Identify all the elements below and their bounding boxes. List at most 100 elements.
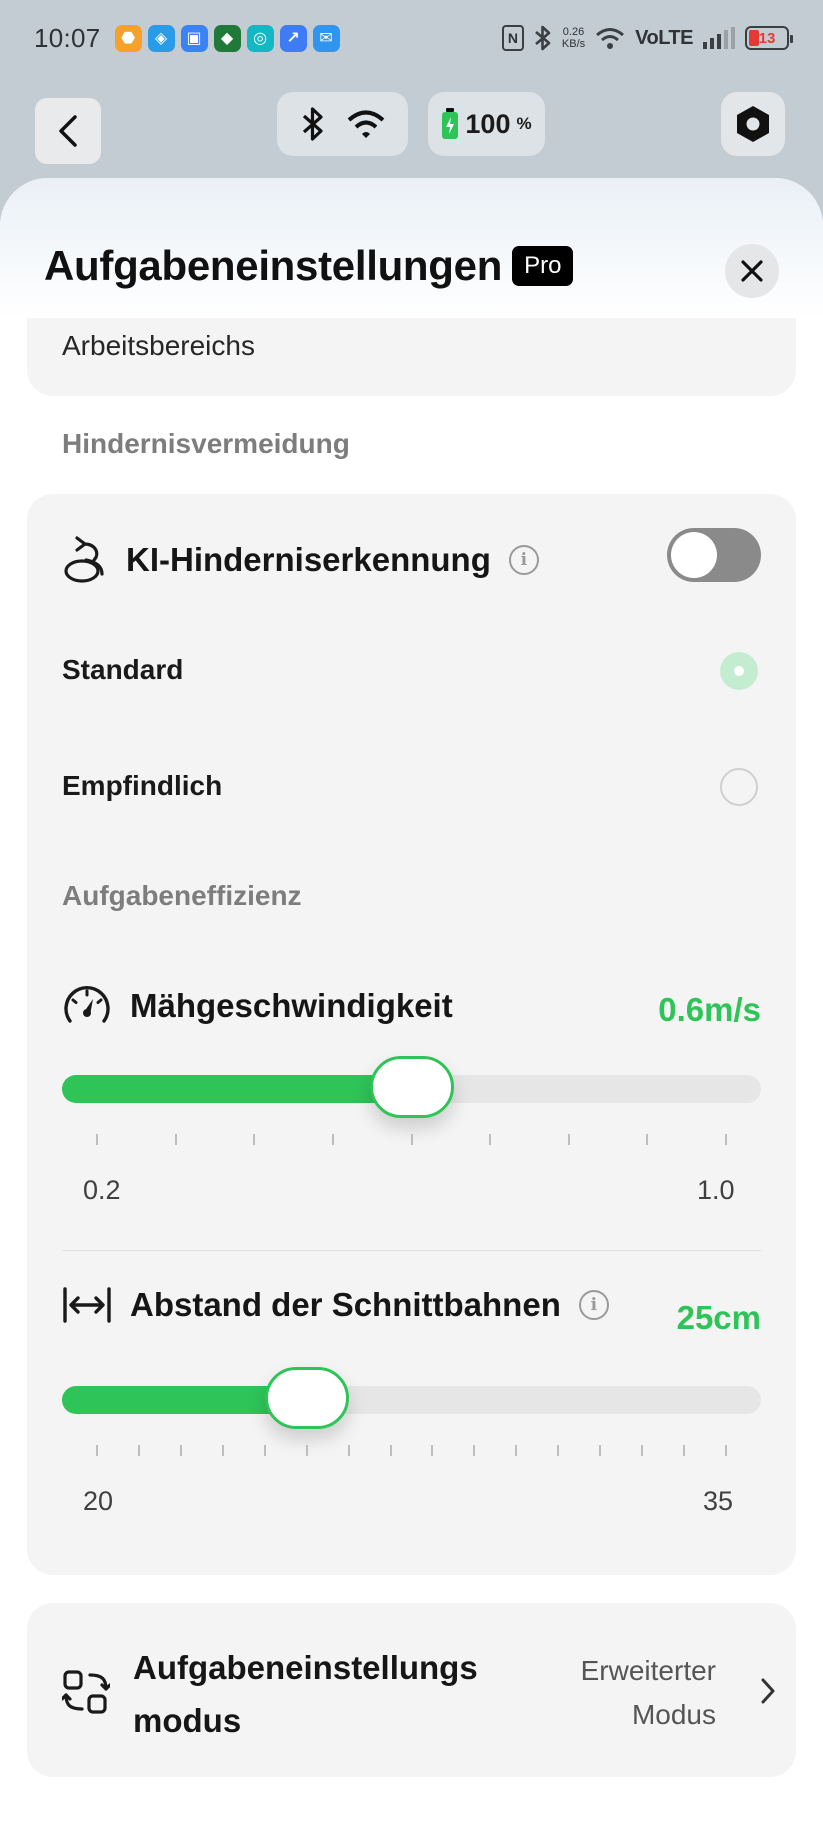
signal-icon (703, 27, 735, 49)
ai-obstacle-row: KI-Hinderniserkennung i (62, 536, 539, 584)
slider-tick (725, 1134, 727, 1145)
mode-label: Aufgabeneinstellungs modus (133, 1641, 478, 1747)
sheet-header: Aufgabeneinstellungen Pro (44, 242, 574, 290)
slider-tick (431, 1445, 434, 1456)
mode-switch-icon (62, 1670, 110, 1714)
mowing-speed-max: 1.0 (697, 1175, 735, 1205)
path-spacing-min: 20 (83, 1486, 114, 1516)
mowing-speed-slider[interactable] (62, 1056, 761, 1118)
mode-value: Erweiterter Modus (581, 1649, 716, 1737)
option-standard-radio[interactable] (720, 652, 758, 690)
device-battery[interactable]: 100% (428, 92, 545, 156)
width-arrows-icon (63, 1287, 111, 1323)
wifi-icon (596, 28, 625, 49)
app-notification-icon: ◈ (147, 24, 175, 52)
chevron-left-icon (59, 115, 77, 147)
task-settings-mode-row[interactable]: Aufgabeneinstellungs modus Erweiterter M… (27, 1603, 796, 1777)
app-notification-icon: ▣ (180, 24, 208, 52)
status-bar: 10:07 ⬣ ◈ ▣ ◆ ◎ ↗ ✉ N 0.26 KB/s VoLTE 13 (0, 0, 823, 76)
efficiency-card: Mähgeschwindigkeit 0.6m/s 0.2 1.0 Abstan… (27, 945, 796, 1575)
close-icon (741, 260, 763, 282)
info-icon[interactable]: i (578, 1290, 609, 1320)
info-icon[interactable]: i (508, 545, 539, 575)
device-settings-button[interactable] (721, 92, 785, 156)
ai-obstacle-icon (64, 536, 104, 583)
mail-notification-icon: ✉ (312, 24, 340, 52)
battery-level: 13 (758, 29, 776, 47)
slider-tick (515, 1445, 518, 1456)
slider-tick (305, 1445, 308, 1456)
path-spacing-value: 25cm (676, 1299, 761, 1336)
mowing-speed-label: Mähgeschwindigkeit (130, 987, 453, 1024)
back-button[interactable] (35, 98, 101, 164)
slider-tick (646, 1134, 649, 1145)
network-speed: 0.26 KB/s (562, 26, 585, 50)
network-speed-unit: KB/s (561, 38, 586, 50)
mode-label-line2: modus (133, 1702, 242, 1739)
path-spacing-thumb[interactable] (264, 1367, 349, 1429)
network-speed-value: 0.26 (562, 26, 585, 38)
battery-icon: 13 (745, 26, 793, 50)
nfc-icon: N (501, 25, 524, 51)
option-sensitive-label: Empfindlich (62, 770, 223, 801)
slider-tick (473, 1445, 476, 1456)
path-spacing-slider[interactable] (62, 1367, 761, 1429)
mowing-speed-value: 0.6m/s (658, 991, 761, 1028)
slider-tick (221, 1445, 224, 1456)
slider-tick (641, 1445, 644, 1456)
app-notification-icon: ↗ (279, 24, 307, 52)
battery-charging-icon (442, 108, 459, 139)
app-notification-icon: ⬣ (114, 24, 142, 52)
option-standard-label: Standard (62, 654, 184, 685)
task-settings-sheet: Aufgabeneinstellungen Pro Arbeitsbereich… (0, 178, 823, 1828)
mowing-speed-row: Mähgeschwindigkeit (62, 983, 453, 1029)
volte-label: VoLTE (635, 26, 693, 49)
mode-value-line2: Modus (631, 1699, 716, 1730)
app-notification-icon: ◎ (246, 24, 274, 52)
notification-icons: ⬣ ◈ ▣ ◆ ◎ ↗ ✉ (114, 24, 340, 52)
slider-tick (599, 1445, 602, 1456)
slider-tick (96, 1445, 98, 1456)
path-spacing-label: Abstand der Schnittbahnen (130, 1286, 561, 1323)
mode-label-line1: Aufgabeneinstellungs (133, 1649, 478, 1686)
option-sensitive-radio[interactable] (720, 768, 758, 806)
slider-tick (253, 1134, 256, 1145)
slider-tick (725, 1445, 727, 1456)
slider-tick (489, 1134, 492, 1145)
device-battery-unit: % (516, 114, 532, 133)
path-spacing-row: Abstand der Schnittbahnen i (62, 1285, 609, 1325)
chevron-right-icon (761, 1678, 775, 1704)
path-spacing-ticks (62, 1445, 761, 1457)
device-battery-level: 100 (465, 108, 511, 139)
mowing-speed-thumb[interactable] (369, 1056, 454, 1118)
mowing-speed-ticks (62, 1134, 761, 1146)
slider-tick (557, 1445, 560, 1456)
ai-obstacle-label: KI-Hinderniserkennung (126, 541, 491, 578)
section-task-efficiency: Aufgabeneffizienz (62, 880, 302, 911)
section-obstacle-avoidance: Hindernisvermeidung (62, 428, 350, 459)
page-title: Aufgabeneinstellungen (44, 242, 503, 289)
slider-tick (96, 1134, 98, 1145)
status-indicators: N 0.26 KB/s VoLTE 13 (501, 25, 793, 51)
slider-tick (567, 1134, 570, 1145)
work-area-card[interactable]: Arbeitsbereichs (27, 318, 796, 396)
pro-badge: Pro (512, 246, 574, 286)
mowing-speed-min: 0.2 (83, 1175, 121, 1205)
close-button[interactable] (725, 244, 779, 298)
hexagon-icon (737, 106, 769, 142)
app-notification-icon: ◆ (213, 24, 241, 52)
bluetooth-icon (302, 107, 323, 141)
slider-tick (683, 1445, 686, 1456)
wifi-icon (347, 110, 384, 138)
slider-tick (389, 1445, 392, 1456)
slider-tick (179, 1445, 182, 1456)
connection-status[interactable] (277, 92, 408, 156)
slider-tick (331, 1134, 334, 1145)
bluetooth-icon (535, 25, 551, 51)
ai-obstacle-toggle[interactable] (667, 528, 761, 582)
slider-tick (263, 1445, 266, 1456)
slider-tick (347, 1445, 350, 1456)
path-spacing-max: 35 (703, 1486, 734, 1516)
status-time: 10:07 (34, 22, 101, 53)
speedometer-icon (64, 986, 110, 1023)
